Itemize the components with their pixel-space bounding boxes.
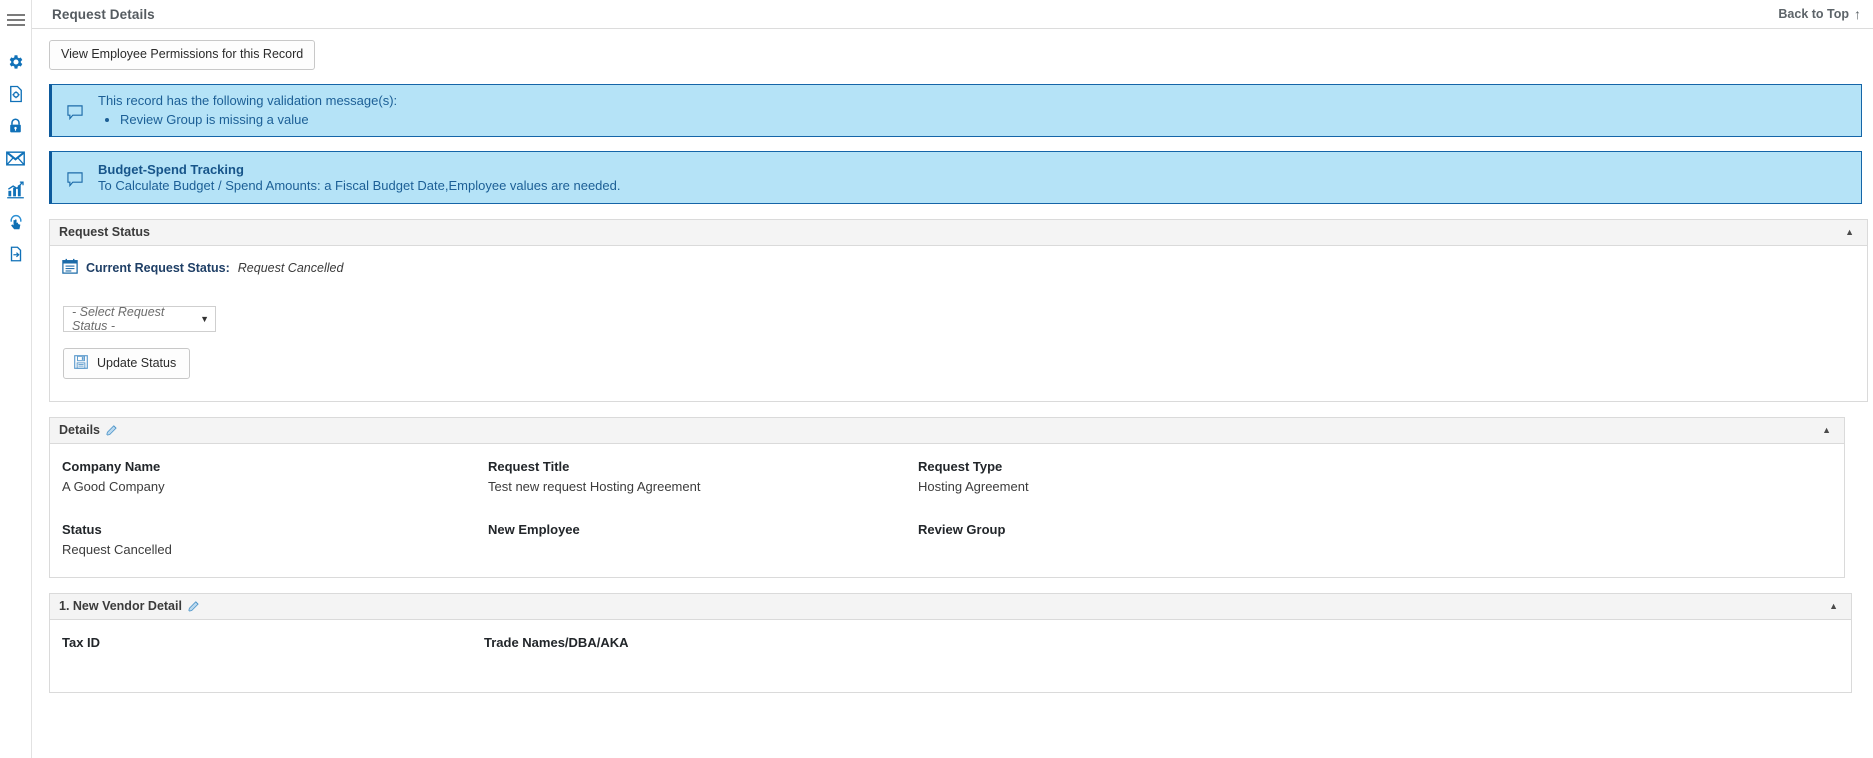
page-title: Request Details <box>52 6 155 22</box>
field-status: Status Request Cancelled <box>62 520 488 559</box>
edit-pencil-icon[interactable] <box>105 424 118 437</box>
new-vendor-detail-panel: 1. New Vendor Detail ▲ Tax ID Trade Name… <box>49 592 1852 693</box>
field-request-type: Request Type Hosting Agreement <box>918 457 1844 496</box>
details-panel-title: Details <box>59 423 100 437</box>
request-status-panel: Request Status ▲ Current Request Status:… <box>49 218 1868 402</box>
field-label: Status <box>62 521 102 537</box>
current-request-status-label: Current Request Status: <box>86 261 230 275</box>
field-value <box>484 653 1851 672</box>
gear-icon[interactable] <box>0 46 32 78</box>
click-hand-icon[interactable] <box>0 206 32 238</box>
field-tax-id: Tax ID <box>62 633 484 672</box>
collapse-chevron-up-icon[interactable]: ▲ <box>1819 424 1834 437</box>
new-vendor-detail-panel-header[interactable]: 1. New Vendor Detail ▲ <box>50 593 1851 620</box>
details-field-grid: Company Name A Good Company Request Titl… <box>50 444 1844 577</box>
validation-alert-bullets: Review Group is missing a value <box>98 111 1847 128</box>
back-to-top-label: Back to Top <box>1778 7 1849 21</box>
comment-icon <box>52 101 98 120</box>
request-status-select[interactable]: - Select Request Status - ▼ <box>63 304 216 333</box>
request-status-panel-body: Current Request Status: Request Cancelle… <box>50 246 1867 401</box>
calendar-icon <box>62 258 78 279</box>
file-import-icon[interactable] <box>0 238 32 270</box>
field-label: Review Group <box>918 521 1006 537</box>
field-trade-names: Trade Names/DBA/AKA <box>484 633 1851 672</box>
request-status-panel-title: Request Status <box>59 225 150 239</box>
budget-spend-alert-text: To Calculate Budget / Spend Amounts: a F… <box>98 177 621 193</box>
update-status-button[interactable]: Update Status <box>63 347 191 379</box>
field-value <box>488 540 918 559</box>
request-details-page: Request Details Back to Top ↑ View Emplo… <box>0 0 1873 758</box>
vendor-field-grid: Tax ID Trade Names/DBA/AKA <box>50 620 1851 692</box>
comment-icon <box>52 168 98 187</box>
arrow-up-icon: ↑ <box>1854 6 1861 22</box>
field-label: Request Title <box>488 458 570 474</box>
update-status-label: Update Status <box>97 356 177 370</box>
field-value: A Good Company <box>62 478 165 494</box>
back-to-top-link[interactable]: Back to Top ↑ <box>1778 7 1861 21</box>
view-employee-permissions-button[interactable]: View Employee Permissions for this Recor… <box>49 40 316 70</box>
field-new-employee: New Employee <box>488 520 918 559</box>
lock-icon[interactable] <box>0 110 32 142</box>
save-floppy-icon <box>74 354 88 372</box>
menu-icon[interactable] <box>0 5 32 37</box>
main-content: View Employee Permissions for this Recor… <box>32 29 1873 758</box>
chart-icon[interactable] <box>0 174 32 206</box>
field-value: Test new request Hosting Agreement <box>488 478 701 494</box>
field-value: Request Cancelled <box>62 541 172 557</box>
budget-spend-alert-title: Budget-Spend Tracking <box>98 161 244 177</box>
page-header-bar: Request Details Back to Top ↑ <box>32 0 1873 29</box>
field-label: New Employee <box>488 521 580 537</box>
new-vendor-detail-panel-body: Tax ID Trade Names/DBA/AKA <box>50 620 1851 692</box>
field-label: Company Name <box>62 458 161 474</box>
collapse-chevron-up-icon[interactable]: ▲ <box>1842 226 1857 239</box>
field-label: Tax ID <box>62 634 101 650</box>
envelope-icon[interactable] <box>0 142 32 174</box>
field-label: Request Type <box>918 458 1003 474</box>
details-panel-body: Company Name A Good Company Request Titl… <box>50 444 1844 577</box>
request-status-select-value: - Select Request Status - <box>72 304 165 333</box>
field-value: Hosting Agreement <box>918 478 1029 494</box>
collapse-chevron-up-icon[interactable]: ▲ <box>1826 600 1841 613</box>
current-request-status-row: Current Request Status: Request Cancelle… <box>50 246 1867 279</box>
current-request-status-value: Request Cancelled <box>237 261 344 275</box>
field-value <box>918 540 1844 559</box>
field-review-group: Review Group <box>918 520 1844 559</box>
list-item: Review Group is missing a value <box>120 111 1847 128</box>
details-panel-header[interactable]: Details ▲ <box>50 417 1844 444</box>
field-label: Trade Names/DBA/AKA <box>484 634 629 650</box>
request-status-panel-header[interactable]: Request Status ▲ <box>50 219 1867 246</box>
field-company-name: Company Name A Good Company <box>62 457 488 496</box>
field-value <box>62 653 484 672</box>
field-request-title: Request Title Test new request Hosting A… <box>488 457 918 496</box>
validation-alert-text: This record has the following validation… <box>98 92 398 108</box>
chevron-down-icon: ▼ <box>200 313 209 324</box>
document-settings-icon[interactable] <box>0 78 32 110</box>
new-vendor-detail-panel-title: 1. New Vendor Detail <box>59 599 182 613</box>
budget-spend-alert: Budget-Spend Tracking To Calculate Budge… <box>49 150 1862 204</box>
details-panel: Details ▲ Company Name A Good Company Re… <box>49 416 1845 578</box>
validation-alert: This record has the following validation… <box>49 83 1862 137</box>
edit-pencil-icon[interactable] <box>187 600 200 613</box>
sidebar-icon-rail <box>0 0 32 758</box>
